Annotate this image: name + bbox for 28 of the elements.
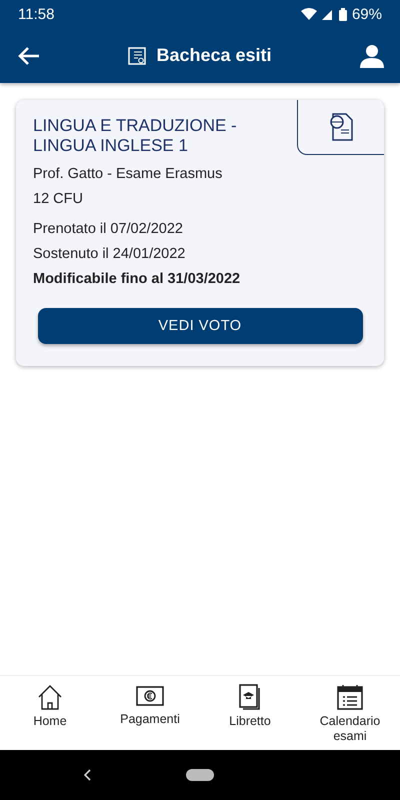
nav-item[interactable]: Home [5,684,95,750]
banknote-icon [136,684,164,708]
home-pill[interactable] [186,769,214,781]
details-tab[interactable] [297,100,384,155]
exam-date: Sostenuto il 24/01/2022 [33,245,186,264]
exam-credits: 12 CFU [33,190,84,209]
nav-item[interactable]: Pagamenti [105,684,195,750]
user-icon[interactable] [360,44,384,68]
exam-title: LINGUA E TRADUZIONE - LINGUA INGLESE 1 [33,116,238,156]
screen-title: Bacheca esiti [156,45,272,66]
view-grade-button[interactable]: VEDI VOTO [38,308,362,344]
wifi-icon [300,8,317,20]
back-arrow-icon[interactable] [18,46,40,64]
exam-teacher: Prof. Gatto - Esame Erasmus [33,165,224,184]
document-icon [128,46,146,64]
nav-item[interactable]: Calendario esami [305,684,395,750]
house-icon [37,684,63,710]
book-icon [239,684,261,710]
calendar-icon [337,684,363,710]
back-icon[interactable] [84,769,92,781]
signal-icon [322,8,334,20]
edit-deadline: Modificabile fino al 31/03/2022 [33,270,242,289]
document-search-icon [328,112,354,142]
nav-item[interactable]: Libretto [205,684,295,750]
battery-icon [338,8,347,20]
booking-date: Prenotato il 07/02/2022 [33,220,184,239]
status-time: 11:58 [18,6,54,22]
battery-percent: 69% [352,6,382,22]
